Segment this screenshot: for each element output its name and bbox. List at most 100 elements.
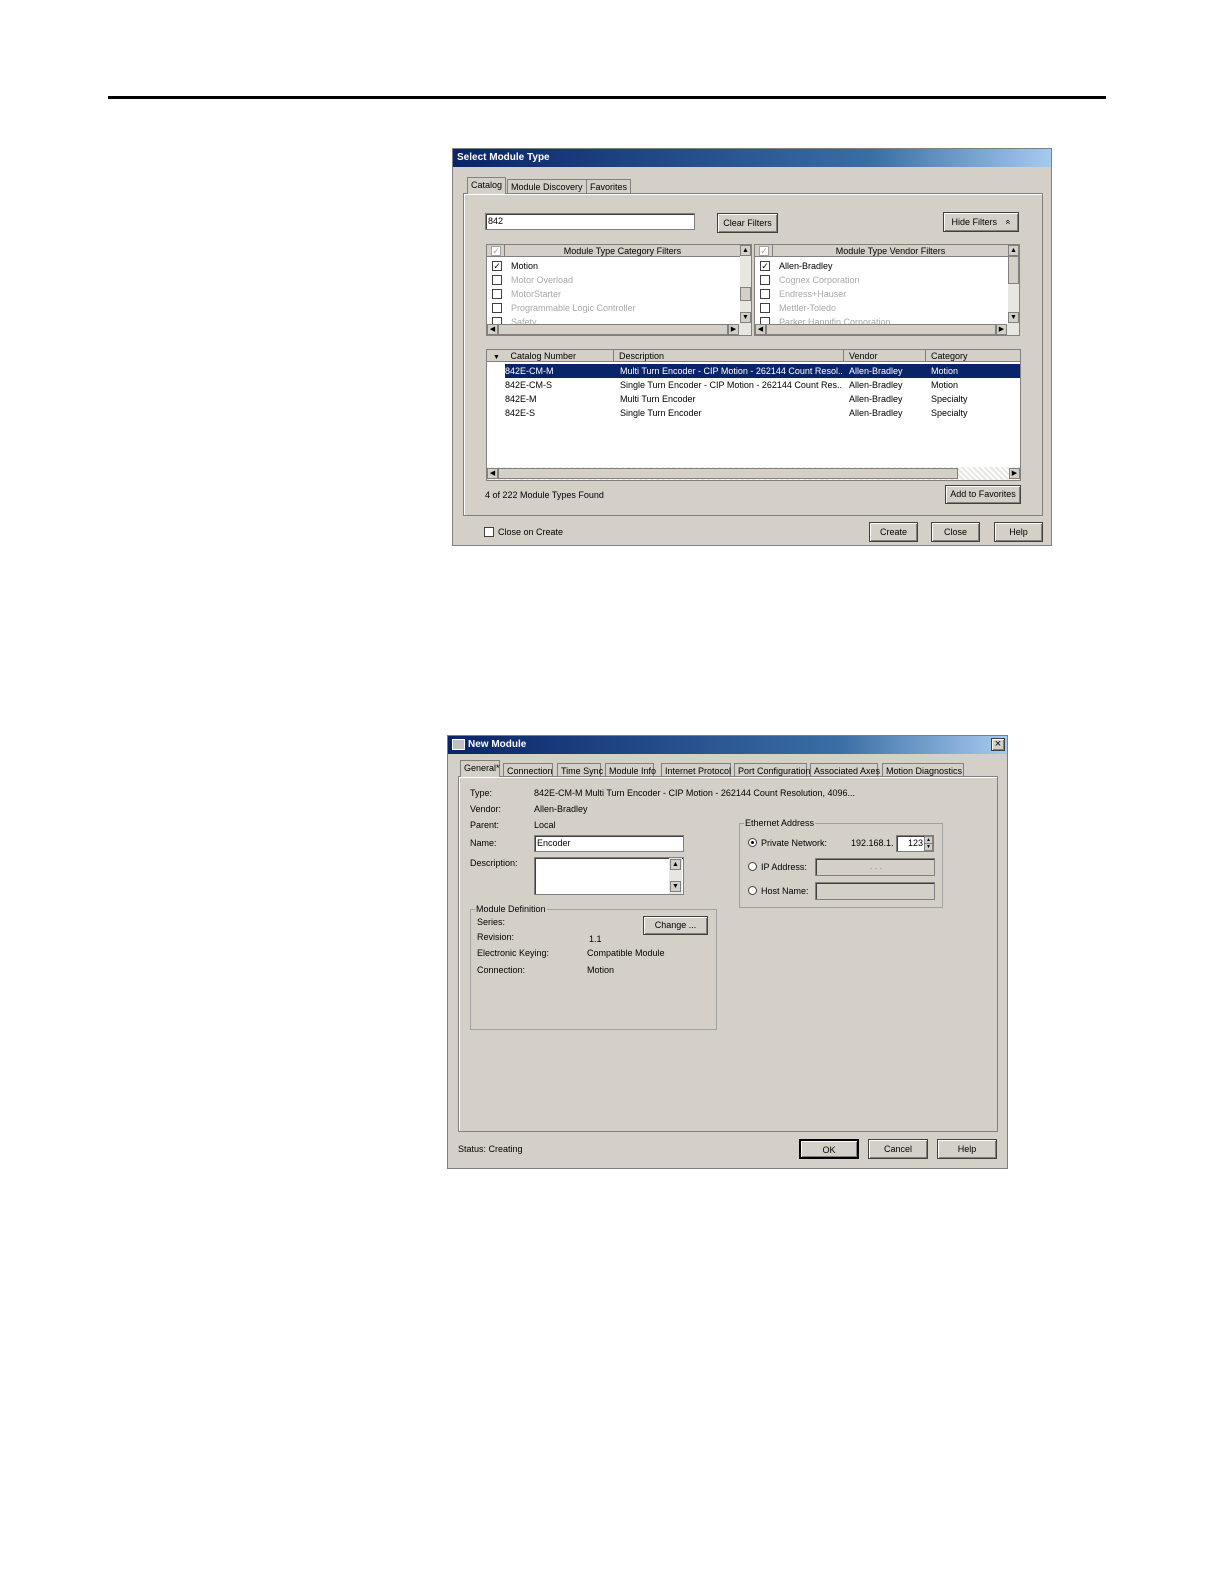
filter-item[interactable]: Programmable Logic Controller <box>487 301 737 315</box>
electronic-keying-label: Electronic Keying: <box>477 948 550 958</box>
filter-checkbox[interactable]: ✓ <box>492 261 502 271</box>
host-name-input <box>815 882 935 900</box>
scroll-up-icon[interactable]: ▲ <box>670 859 681 870</box>
category-filter-scrollbar[interactable]: ▲ ▼ <box>740 245 751 324</box>
scroll-thumb[interactable] <box>498 468 958 479</box>
filter-item[interactable]: ✓ Allen-Bradley <box>755 259 1005 273</box>
tab-motion-diagnostics[interactable]: Motion Diagnostics <box>882 763 964 777</box>
filter-checkbox[interactable] <box>492 289 502 299</box>
scroll-thumb[interactable] <box>740 287 751 301</box>
tab-time-sync[interactable]: Time Sync <box>557 763 603 777</box>
scroll-left-icon[interactable]: ◀ <box>755 324 766 335</box>
module-types-table[interactable]: ▼ Catalog Number Description Vendor Cate… <box>486 349 1021 481</box>
vendor-filter-scrollbar[interactable]: ▲ ▼ <box>1008 245 1019 324</box>
tab-module-discovery[interactable]: Module Discovery <box>507 179 587 193</box>
scroll-right-icon[interactable]: ▶ <box>1009 468 1020 479</box>
category-filter-list[interactable]: ✓ Module Type Category Filters ▲ ▼ ✓ Moti… <box>486 244 752 336</box>
hide-filters-label: Hide Filters <box>951 217 997 227</box>
scroll-thumb[interactable] <box>1008 256 1019 284</box>
host-name-radio[interactable] <box>748 886 757 895</box>
module-definition-legend: Module Definition <box>476 904 546 914</box>
tab-catalog[interactable]: Catalog <box>467 177 507 194</box>
filter-item[interactable]: Cognex Corporation <box>755 273 1005 287</box>
scroll-up-icon[interactable]: ▲ <box>740 245 751 256</box>
search-input[interactable]: 842 <box>485 213 695 230</box>
close-button[interactable]: Close <box>931 522 980 542</box>
filter-checkbox[interactable] <box>760 289 770 299</box>
scroll-thumb[interactable] <box>766 324 996 335</box>
sort-column-header[interactable]: ▼ Catalog Number <box>487 350 614 362</box>
add-to-favorites-button[interactable]: Add to Favorites <box>945 485 1021 504</box>
scroll-right-icon[interactable]: ▶ <box>996 324 1007 335</box>
vendor-filter-hscrollbar[interactable]: ◀ ▶ <box>755 324 1019 335</box>
filter-checkbox[interactable] <box>760 275 770 285</box>
table-row[interactable]: 842E-CM-M Multi Turn Encoder - CIP Motion… <box>505 364 1020 378</box>
tab-connection[interactable]: Connection <box>503 763 553 777</box>
filter-item-label: Mettler-Toledo <box>779 303 837 313</box>
table-hscrollbar[interactable]: ◀ ▶ <box>487 467 1020 480</box>
close-icon[interactable]: × <box>991 738 1005 751</box>
filter-item[interactable]: ✓ Motion <box>487 259 737 273</box>
tab-internet-protocol[interactable]: Internet Protocol <box>661 763 731 777</box>
scroll-down-icon[interactable]: ▼ <box>1008 312 1019 323</box>
description-scrollbar[interactable]: ▲ ▼ <box>669 858 682 894</box>
help-button[interactable]: Help <box>937 1139 997 1159</box>
vendor-filter-select-all[interactable]: ✓ <box>755 245 773 257</box>
scroll-left-icon[interactable]: ◀ <box>487 468 498 479</box>
filter-checkbox[interactable] <box>492 303 502 313</box>
filter-item[interactable]: Motor Overload <box>487 273 737 287</box>
name-label: Name: <box>470 838 497 848</box>
cancel-button[interactable]: Cancel <box>868 1139 928 1159</box>
scroll-right-icon[interactable]: ▶ <box>728 324 739 335</box>
table-row[interactable]: 842E-M Multi Turn Encoder Allen-Bradley Spe… <box>505 392 1020 406</box>
private-network-label: Private Network: <box>761 838 828 848</box>
found-count: 4 of 222 Module Types Found <box>485 490 604 500</box>
chevrons-up-icon: « <box>1003 219 1014 225</box>
close-on-create-label: Close on Create <box>498 527 564 537</box>
select-all-checkbox[interactable]: ✓ <box>759 246 769 256</box>
vendor-filter-header[interactable]: Module Type Vendor Filters <box>773 245 1009 257</box>
change-button[interactable]: Change ... <box>643 916 708 935</box>
help-button[interactable]: Help <box>994 522 1043 542</box>
filter-item[interactable]: Mettler-Toledo <box>755 301 1005 315</box>
filter-checkbox[interactable]: ✓ <box>760 261 770 271</box>
hide-filters-button[interactable]: Hide Filters « <box>943 212 1019 232</box>
description-input[interactable]: ▲ ▼ <box>534 857 684 895</box>
scroll-left-icon[interactable]: ◀ <box>487 324 498 335</box>
clear-filters-button[interactable]: Clear Filters <box>717 213 778 233</box>
ok-button[interactable]: OK <box>799 1139 859 1159</box>
cell-category: Motion <box>931 366 959 376</box>
filter-item-label: MotorStarter <box>511 289 562 299</box>
spin-down-icon[interactable]: ▼ <box>924 843 933 851</box>
column-header-category[interactable]: Category <box>926 350 1020 362</box>
tab-associated-axes[interactable]: Associated Axes <box>810 763 880 777</box>
vendor-filter-list[interactable]: ✓ Module Type Vendor Filters ▲ ▼ ✓ Allen-… <box>754 244 1020 336</box>
cell-description: Multi Turn Encoder <box>620 394 696 404</box>
private-network-radio[interactable] <box>748 838 757 847</box>
tab-module-info[interactable]: Module Info <box>605 763 656 777</box>
column-header-description[interactable]: Description <box>614 350 844 362</box>
connection-value: Motion <box>587 965 615 975</box>
category-filter-header[interactable]: Module Type Category Filters <box>505 245 741 257</box>
create-button[interactable]: Create <box>869 522 918 542</box>
tab-port-configuration[interactable]: Port Configuration <box>734 763 811 777</box>
category-filter-select-all[interactable]: ✓ <box>487 245 505 257</box>
table-row[interactable]: 842E-S Single Turn Encoder Allen-Bradley Sp… <box>505 406 1020 420</box>
filter-item[interactable]: MotorStarter <box>487 287 737 301</box>
scroll-up-icon[interactable]: ▲ <box>1008 245 1019 256</box>
tab-general[interactable]: General* <box>460 760 500 777</box>
filter-item[interactable]: Endress+Hauser <box>755 287 1005 301</box>
category-filter-hscrollbar[interactable]: ◀ ▶ <box>487 324 751 335</box>
scroll-down-icon[interactable]: ▼ <box>740 312 751 323</box>
select-all-checkbox[interactable]: ✓ <box>491 246 501 256</box>
scroll-thumb[interactable] <box>498 324 728 335</box>
name-input[interactable]: Encoder <box>534 835 684 852</box>
close-on-create-checkbox[interactable] <box>484 527 494 537</box>
table-row[interactable]: 842E-CM-S Single Turn Encoder - CIP Motio… <box>505 378 1020 392</box>
filter-checkbox[interactable] <box>760 303 770 313</box>
column-header-vendor[interactable]: Vendor <box>844 350 926 362</box>
scroll-down-icon[interactable]: ▼ <box>670 881 681 892</box>
filter-checkbox[interactable] <box>492 275 502 285</box>
tab-favorites[interactable]: Favorites <box>586 179 632 193</box>
ip-address-radio[interactable] <box>748 862 757 871</box>
